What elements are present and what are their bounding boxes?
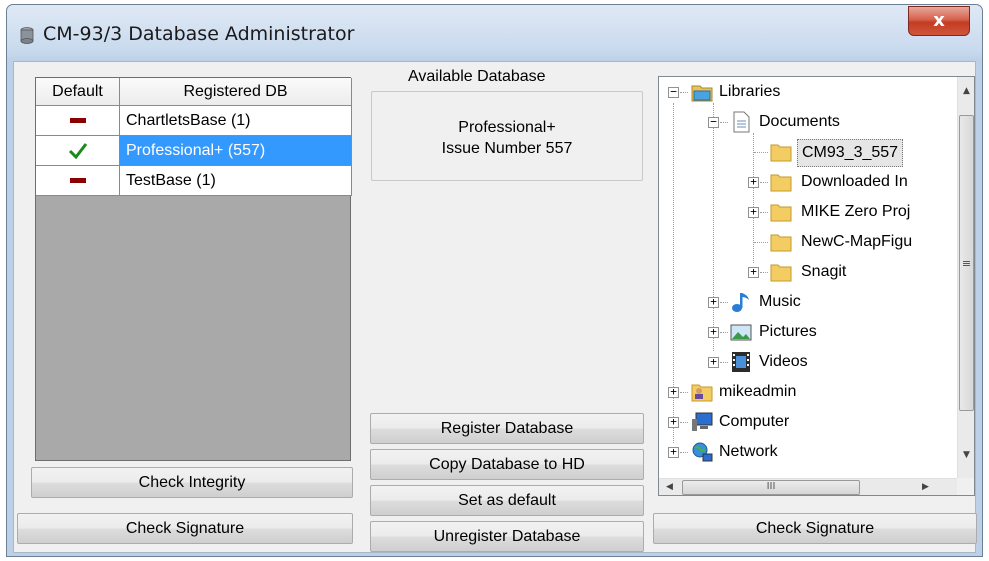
checkmark-icon — [68, 142, 87, 160]
check-signature-right-button[interactable]: Check Signature — [653, 513, 977, 544]
grid-header: Default Registered DB — [36, 78, 352, 106]
folder-tree[interactable]: − Libraries − Documents CM93_3_557 + Dow… — [658, 76, 975, 496]
tree-node-label: Snagit — [801, 263, 847, 280]
expand-icon[interactable]: + — [668, 386, 679, 398]
available-database-label: Available Database — [402, 68, 552, 86]
tree-node-cm93-3-557[interactable]: CM93_3_557 — [659, 137, 949, 167]
tree-node-label: Pictures — [759, 323, 817, 340]
table-row[interactable]: Professional+ (557) — [36, 136, 352, 166]
collapse-icon[interactable]: − — [708, 116, 719, 128]
expand-icon[interactable]: + — [668, 416, 679, 428]
scroll-grip-icon: ≡ — [961, 257, 972, 270]
expand-icon[interactable]: + — [748, 266, 759, 278]
available-database-name: Professional+ — [458, 119, 556, 136]
close-button[interactable]: x — [908, 6, 970, 36]
tree-node-mikeadmin[interactable]: + mikeadmin — [659, 377, 949, 407]
folder-icon — [770, 174, 792, 192]
folder-icon — [770, 204, 792, 222]
scroll-up-icon[interactable]: ▲ — [958, 83, 974, 100]
tree-node-label: mikeadmin — [719, 383, 797, 400]
tree-node-libraries[interactable]: − Libraries — [659, 77, 949, 107]
tree-horizontal-scrollbar[interactable]: ◀ III ▶ — [659, 478, 959, 495]
tree-vertical-scrollbar[interactable]: ▲ ≡ ▼ — [957, 77, 974, 480]
registered-db-cell[interactable]: Professional+ (557) — [120, 136, 352, 166]
expand-icon[interactable]: + — [748, 206, 759, 218]
scrollbar-corner — [957, 478, 974, 495]
close-icon: x — [933, 10, 945, 31]
music-icon — [732, 293, 749, 312]
set-default-button[interactable]: Set as default — [370, 485, 644, 516]
tree-node-snagit[interactable]: + Snagit — [659, 257, 949, 287]
registered-db-cell[interactable]: ChartletsBase (1) — [120, 106, 352, 136]
default-cell[interactable] — [36, 136, 120, 166]
tree-node-documents[interactable]: − Documents — [659, 107, 949, 137]
scroll-left-icon[interactable]: ◀ — [661, 479, 678, 495]
expand-icon[interactable]: + — [708, 356, 719, 368]
tree-node-label: Videos — [759, 353, 808, 370]
tree-node-newc-map[interactable]: NewC-MapFigu — [659, 227, 949, 257]
column-header-default[interactable]: Default — [36, 78, 120, 106]
window-title: CM-93/3 Database Administrator — [43, 23, 355, 45]
tree-node-pictures[interactable]: + Pictures — [659, 317, 949, 347]
register-database-button[interactable]: Register Database — [370, 413, 644, 444]
tree-node-mike-zero[interactable]: + MIKE Zero Proj — [659, 197, 949, 227]
collapse-icon[interactable]: − — [668, 86, 679, 98]
tree-node-label: Downloaded In — [801, 173, 908, 190]
app-window: CM-93/3 Database Administrator x Default… — [6, 4, 983, 557]
registered-db-grid[interactable]: Default Registered DB ChartletsBase (1) … — [35, 77, 352, 461]
tree-node-computer[interactable]: + Computer — [659, 407, 949, 437]
database-icon — [20, 27, 34, 44]
folder-icon — [770, 264, 792, 282]
documents-icon — [733, 111, 750, 133]
table-row[interactable]: ChartletsBase (1) — [36, 106, 352, 136]
tree-node-network[interactable]: + Network — [659, 437, 949, 467]
folder-icon — [770, 234, 792, 252]
expand-icon[interactable]: + — [708, 326, 719, 338]
tree-node-downloaded[interactable]: + Downloaded In — [659, 167, 949, 197]
tree-node-music[interactable]: + Music — [659, 287, 949, 317]
default-cell[interactable] — [36, 106, 120, 136]
column-header-registered-db[interactable]: Registered DB — [120, 78, 352, 106]
tree-node-label: NewC-MapFigu — [801, 233, 913, 250]
not-default-icon — [69, 118, 86, 124]
available-database-issue: Issue Number 557 — [441, 140, 573, 157]
tree-node-label: CM93_3_557 — [797, 139, 904, 167]
folder-icon — [770, 144, 792, 162]
default-cell[interactable] — [36, 166, 120, 196]
copy-database-button[interactable]: Copy Database to HD — [370, 449, 644, 480]
registered-db-cell[interactable]: TestBase (1) — [120, 166, 352, 196]
network-icon — [692, 442, 713, 462]
libraries-icon — [691, 85, 713, 102]
horizontal-scroll-thumb[interactable]: III — [682, 480, 860, 495]
unregister-database-button[interactable]: Unregister Database — [370, 521, 644, 552]
scroll-down-icon[interactable]: ▼ — [958, 447, 974, 464]
user-folder-icon — [691, 384, 713, 402]
computer-icon — [692, 412, 713, 431]
expand-icon[interactable]: + — [668, 446, 679, 458]
check-signature-left-button[interactable]: Check Signature — [17, 513, 353, 544]
table-row[interactable]: TestBase (1) — [36, 166, 352, 196]
tree-node-label: Libraries — [719, 83, 781, 100]
tree-node-videos[interactable]: + Videos — [659, 347, 949, 377]
videos-icon — [732, 352, 750, 372]
expand-icon[interactable]: + — [748, 176, 759, 188]
tree-node-label: Documents — [759, 113, 840, 130]
tree-node-label: Network — [719, 443, 778, 460]
client-area: Default Registered DB ChartletsBase (1) … — [13, 61, 977, 553]
not-default-icon — [69, 178, 86, 184]
check-integrity-button[interactable]: Check Integrity — [31, 467, 353, 498]
expand-icon[interactable]: + — [708, 296, 719, 308]
tree-node-label: MIKE Zero Proj — [801, 203, 911, 220]
title-bar[interactable]: CM-93/3 Database Administrator x — [7, 5, 982, 61]
tree-node-label: Music — [759, 293, 801, 310]
pictures-icon — [730, 324, 752, 341]
scroll-right-icon[interactable]: ▶ — [917, 479, 934, 495]
tree-node-label: Computer — [719, 413, 790, 430]
